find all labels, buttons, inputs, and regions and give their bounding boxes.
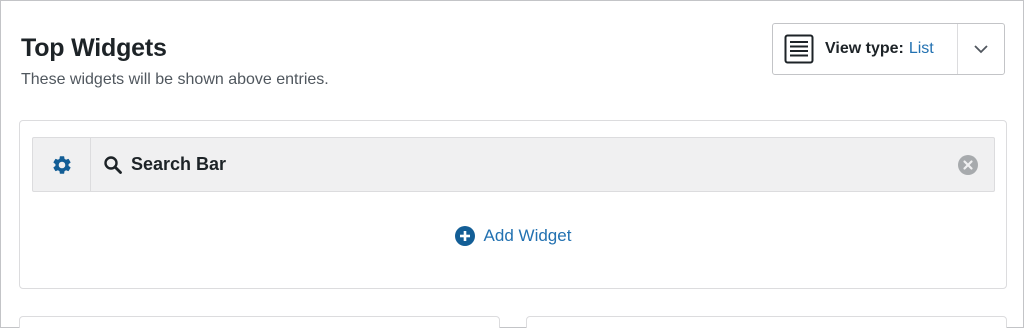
- widgets-area: Top Widgets These widgets will be shown …: [0, 0, 1024, 328]
- view-type-button[interactable]: View type: List: [773, 24, 958, 74]
- add-widget-button[interactable]: Add Widget: [20, 226, 1006, 246]
- widget-search-bar[interactable]: Search Bar: [32, 137, 995, 192]
- widget-label-area: Search Bar: [91, 138, 942, 191]
- lower-right-panel: [526, 316, 1007, 328]
- view-type-value[interactable]: List: [909, 40, 934, 58]
- add-widget-label: Add Widget: [483, 226, 572, 245]
- view-type-toggle[interactable]: [958, 24, 1004, 74]
- view-type-label: View type:: [825, 40, 904, 57]
- search-icon: [104, 155, 122, 174]
- chevron-down-icon: [974, 45, 988, 54]
- widget-name: Search Bar: [131, 154, 227, 174]
- list-icon: [784, 34, 814, 64]
- lower-left-panel: [19, 316, 500, 328]
- remove-circle-icon: [958, 154, 978, 175]
- widget-drop-zone: Search Bar Add Widget: [19, 120, 1007, 289]
- section-title: Top Widgets: [21, 34, 167, 62]
- widget-remove-button[interactable]: [942, 138, 994, 191]
- plus-circle-icon: [454, 226, 475, 246]
- section-subtitle: These widgets will be shown above entrie…: [21, 71, 329, 88]
- view-type-selector[interactable]: View type: List: [772, 23, 1005, 75]
- gear-icon: [52, 155, 71, 174]
- widget-settings-button[interactable]: [33, 138, 91, 191]
